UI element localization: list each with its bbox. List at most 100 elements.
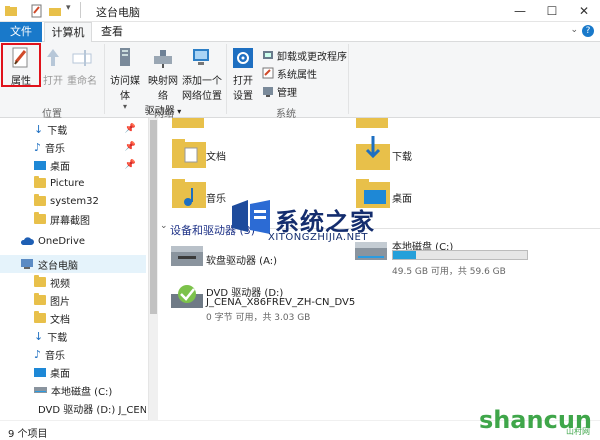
nav-item-label: 视频 [50,278,70,290]
nav-item-pc-music[interactable]: ♪ 音乐 [34,345,65,363]
properties-quick-icon[interactable] [30,4,44,18]
explorer-app-icon [5,6,17,16]
scrollbar-thumb[interactable] [150,120,157,314]
nav-item-label: system32 [50,195,99,207]
computer-icon [21,259,33,269]
open-label: 打开 [43,76,63,87]
highlight-annotation [1,43,41,87]
hard-drive-icon [34,387,47,393]
open-button[interactable]: 打开 [40,46,66,87]
hard-drive-icon [355,242,387,260]
folder-icon [356,118,388,128]
downloads-folder-icon: ↓ [34,329,44,343]
drive-free-space: 49.5 GB 可用，共 59.6 GB [392,267,506,277]
open-icon [47,49,59,66]
close-button[interactable]: ✕ [568,0,600,22]
system-properties-label: 系统属性 [277,69,317,81]
folder-icon [34,194,46,206]
rename-button[interactable]: 重命名 [66,46,98,87]
nav-item-documents[interactable]: 文档 [34,309,70,327]
nav-item-picture[interactable]: Picture [34,174,84,192]
rename-icon [72,50,92,66]
manage-button[interactable]: 管理 [262,83,297,99]
dvd-drive-icon [171,285,203,308]
desktop-folder-icon [34,367,46,377]
media-server-icon [120,48,130,66]
manage-icon [263,87,273,97]
folder-icon [172,118,204,128]
nav-item-pictures[interactable]: 图片 [34,291,70,309]
drive-label: 软盘驱动器 (A:) [206,256,278,267]
pin-icon: 📌 [124,160,136,170]
nav-item-local-disk-c[interactable]: 本地磁盘 (C:) [34,381,112,399]
pin-icon: 📌 [124,142,136,152]
nav-item-system32[interactable]: system32 [34,192,99,210]
tab-computer[interactable]: 计算机 [44,22,92,43]
add-location-label-1: 添加一个 [182,76,222,87]
uninstall-program-button[interactable]: 卸载或更改程序 [262,47,347,63]
system-properties-button[interactable]: 系统属性 [262,65,317,81]
nav-item-screenshots[interactable]: 屏幕截图 [34,210,90,228]
nav-item-onedrive[interactable]: OneDrive [20,232,85,250]
navigation-pane[interactable]: ↓ 下载 📌 ♪ 音乐 📌 桌面 📌 Picture system32 屏幕截图… [0,118,148,420]
nav-item-this-pc[interactable]: 这台电脑 [20,255,78,273]
folder-label: 音乐 [206,194,226,205]
drive-free-space: 0 字节 可用，共 3.03 GB [206,313,311,323]
nav-item-label: OneDrive [38,235,86,247]
manage-label: 管理 [277,87,297,99]
rename-label: 重命名 [67,76,97,87]
drive-usage-fill [393,251,416,259]
shancun-watermark-sub: 山村网 [566,427,590,436]
nav-item-downloads[interactable]: ↓ 下载 📌 [34,120,144,138]
videos-folder-icon [34,275,46,287]
add-network-location-button[interactable]: 添加一个 网络位置 [182,46,222,102]
nav-item-label: 音乐 [45,350,66,362]
map-drive-label-1: 映射网络 [148,76,178,102]
open-settings-button[interactable]: 打开 设置 [228,46,258,102]
new-folder-quick-icon[interactable] [48,4,62,18]
help-icon[interactable]: ? [582,25,594,37]
title-separator [80,2,81,18]
settings-gear-icon [233,48,253,68]
section-collapse-chevron-icon[interactable]: ⌄ [160,221,168,231]
documents-folder-icon [34,311,46,323]
nav-item-pc-downloads[interactable]: ↓ 下载 [34,327,67,345]
uninstall-icon [263,51,273,59]
folder-label: 下载 [392,152,412,163]
access-media-label: 访问媒体 [110,76,140,102]
nav-item-label: Picture [50,177,85,189]
group-separator [348,44,349,114]
ribbon-tab-bar: 文件 计算机 查看 ⌄ ? [0,22,600,43]
maximize-button[interactable]: ☐ [536,0,568,22]
pictures-folder-icon [34,293,46,305]
nav-item-videos[interactable]: 视频 [34,273,70,291]
nav-item-label: 音乐 [45,143,66,155]
nav-item-label: 图片 [50,296,70,308]
nav-item-music[interactable]: ♪ 音乐 📌 [34,138,144,156]
nav-item-label: 这台电脑 [38,260,78,272]
documents-folder-icon [172,139,206,168]
folder-icon [34,212,46,224]
folder-label: 文档 [206,152,226,163]
nav-item-pc-desktop[interactable]: 桌面 [34,363,70,381]
nav-item-label: 桌面 [50,368,70,380]
system-properties-icon [262,67,274,79]
nav-scrollbar[interactable] [148,118,158,420]
nav-item-label: 本地磁盘 (C:) [51,386,113,398]
open-settings-label-2: 设置 [233,91,253,102]
ribbon-collapse-chevron-icon[interactable]: ⌄ [570,25,578,35]
tab-file[interactable]: 文件 [0,22,42,42]
group-separator [104,44,105,114]
nav-item-desktop[interactable]: 桌面 📌 [34,156,144,174]
customize-qat-chevron-icon[interactable]: ▾ [66,3,71,13]
nav-item-dvd-drive[interactable]: DVD 驱动器 (D:) J_CEN [34,399,146,417]
nav-item-label: 屏幕截图 [50,215,90,227]
access-media-button[interactable]: 访问媒体 ▾ [106,46,144,111]
nav-item-label: 桌面 [50,161,70,173]
item-count: 9 个项目 [8,429,48,440]
uninstall-label: 卸载或更改程序 [277,51,347,63]
minimize-button[interactable]: — [504,0,536,22]
folder-icon [34,176,46,188]
open-settings-label-1: 打开 [233,76,253,87]
tab-view[interactable]: 查看 [94,22,130,42]
